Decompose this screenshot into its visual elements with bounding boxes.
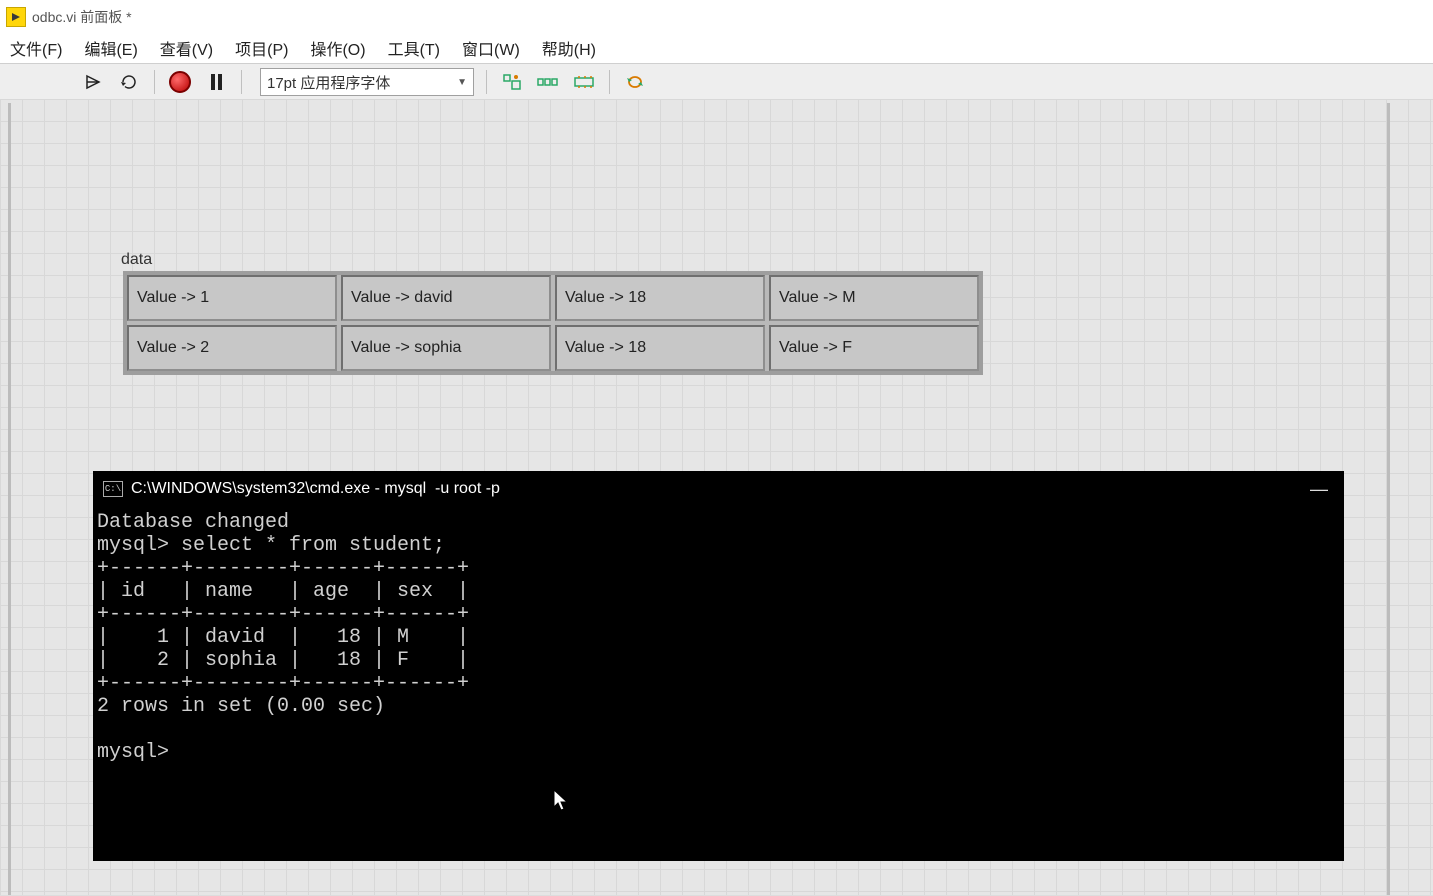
distribute-objects-button[interactable]: [535, 69, 561, 95]
run-continuously-button[interactable]: [116, 69, 142, 95]
data-cell[interactable]: Value -> 1: [127, 275, 337, 321]
abort-button[interactable]: [167, 69, 193, 95]
menubar: 文件(F) 编辑(E) 查看(V) 项目(P) 操作(O) 工具(T) 窗口(W…: [0, 33, 1433, 63]
menu-help[interactable]: 帮助(H): [540, 34, 598, 62]
data-cell[interactable]: Value -> sophia: [341, 325, 551, 371]
front-panel-content: data Value -> 1 Value -> david Value -> …: [8, 103, 1390, 895]
cmd-window[interactable]: C:\ C:\WINDOWS\system32\cmd.exe - mysql …: [93, 471, 1344, 861]
align-objects-button[interactable]: [499, 69, 525, 95]
data-cell[interactable]: Value -> david: [341, 275, 551, 321]
abort-icon: [169, 71, 191, 93]
reorder-button[interactable]: [622, 69, 648, 95]
menu-view[interactable]: 查看(V): [158, 34, 215, 62]
data-cell[interactable]: Value -> F: [769, 325, 979, 371]
toolbar-separator: [609, 70, 610, 94]
toolbar-separator: [154, 70, 155, 94]
chevron-down-icon: ▼: [457, 77, 467, 88]
labview-app-icon: [6, 7, 26, 27]
data-cell[interactable]: Value -> M: [769, 275, 979, 321]
menu-file[interactable]: 文件(F): [8, 34, 64, 62]
data-indicator[interactable]: Value -> 1 Value -> david Value -> 18 Va…: [123, 271, 983, 375]
menu-operate[interactable]: 操作(O): [308, 34, 367, 62]
cmd-titlebar[interactable]: C:\ C:\WINDOWS\system32\cmd.exe - mysql …: [93, 471, 1344, 507]
toolbar: 17pt 应用程序字体 ▼: [0, 63, 1433, 101]
window-title: odbc.vi 前面板 *: [32, 7, 132, 27]
toolbar-separator: [486, 70, 487, 94]
menu-project[interactable]: 项目(P): [233, 34, 290, 62]
cmd-title-text: C:\WINDOWS\system32\cmd.exe - mysql -u r…: [131, 480, 500, 498]
labview-window: odbc.vi 前面板 * 文件(F) 编辑(E) 查看(V) 项目(P) 操作…: [0, 0, 1433, 896]
cmd-icon: C:\: [103, 481, 123, 497]
cmd-output[interactable]: Database changed mysql> select * from st…: [93, 507, 1344, 768]
menu-edit[interactable]: 编辑(E): [82, 34, 139, 62]
resize-objects-button[interactable]: [571, 69, 597, 95]
run-button[interactable]: [80, 69, 106, 95]
menu-tools[interactable]: 工具(T): [386, 34, 442, 62]
titlebar: odbc.vi 前面板 *: [0, 0, 1433, 33]
data-cell[interactable]: Value -> 18: [555, 275, 765, 321]
minimize-button[interactable]: —: [1304, 482, 1334, 496]
toolbar-separator: [241, 70, 242, 94]
data-cell[interactable]: Value -> 2: [127, 325, 337, 371]
front-panel[interactable]: data Value -> 1 Value -> david Value -> …: [0, 99, 1433, 895]
font-selector[interactable]: 17pt 应用程序字体 ▼: [260, 68, 474, 96]
pause-icon: [211, 74, 222, 90]
font-selector-label: 17pt 应用程序字体: [267, 72, 390, 93]
data-indicator-label: data: [121, 251, 152, 269]
pause-button[interactable]: [203, 69, 229, 95]
menu-window[interactable]: 窗口(W): [460, 34, 522, 62]
data-cell[interactable]: Value -> 18: [555, 325, 765, 371]
